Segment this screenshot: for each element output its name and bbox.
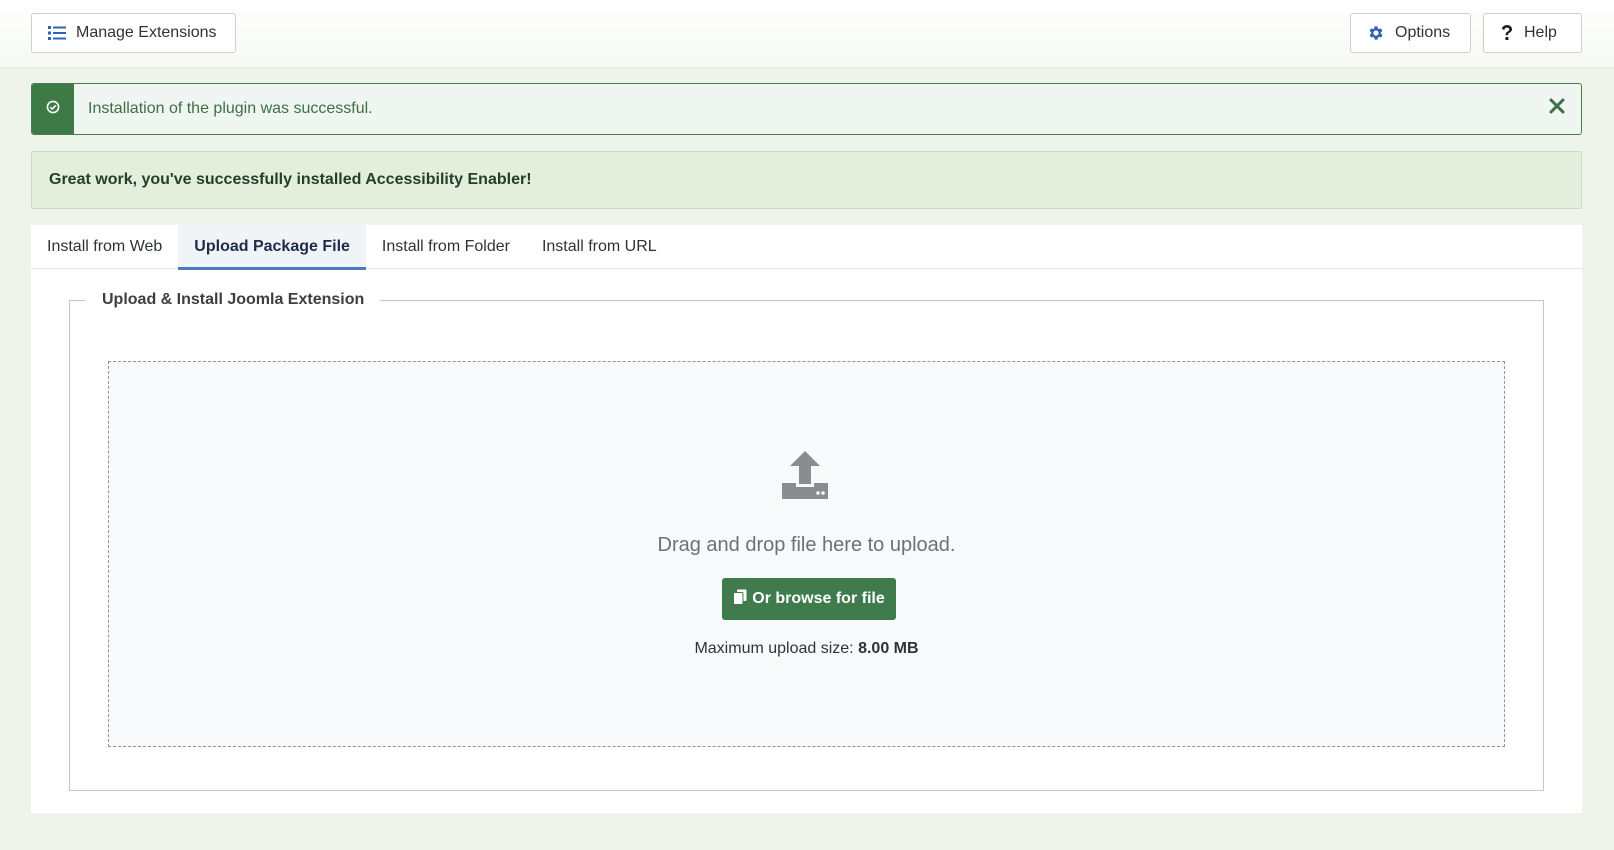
options-label: Options [1395, 24, 1451, 41]
upload-icon [780, 449, 830, 499]
help-label: Help [1524, 24, 1557, 41]
gear-icon [1367, 24, 1385, 42]
help-button[interactable]: Help [1483, 13, 1582, 53]
upload-dropzone[interactable]: Drag and drop file here to upload. Or br… [108, 361, 1505, 747]
options-button[interactable]: Options [1350, 13, 1471, 53]
max-size-label: Maximum upload size: [694, 640, 854, 657]
alert-message: Installation of the plugin was successfu… [88, 100, 373, 117]
close-icon [1549, 98, 1565, 119]
list-icon [48, 25, 66, 41]
drag-drop-text: Drag and drop file here to upload. [657, 534, 956, 556]
alert-icon-box [32, 84, 74, 134]
tab-label: Upload Package File [194, 238, 350, 255]
install-tabs: Install from Web Upload Package File Ins… [31, 225, 1582, 270]
manage-extensions-button[interactable]: Manage Extensions [31, 13, 236, 53]
install-message: Great work, you've successfully installe… [31, 151, 1582, 209]
question-icon [1500, 24, 1514, 42]
check-circle-icon [46, 100, 60, 119]
close-alert-button[interactable] [1547, 98, 1567, 118]
tab-label: Install from URL [541, 238, 657, 255]
tab-install-from-url[interactable]: Install from URL [526, 225, 673, 269]
tab-label: Install from Web [47, 238, 163, 255]
max-upload-size: Maximum upload size: 8.00 MB [109, 640, 1504, 658]
manage-extensions-label: Manage Extensions [76, 24, 217, 41]
tab-label: Install from Folder [381, 238, 510, 255]
tab-install-from-web[interactable]: Install from Web [31, 225, 178, 269]
install-message-text: Great work, you've successfully installe… [49, 171, 532, 188]
copy-icon [733, 589, 747, 610]
max-size-value: 8.00 MB [858, 640, 919, 657]
browse-file-label: Or browse for file [752, 590, 885, 607]
browse-file-button[interactable]: Or browse for file [722, 578, 896, 620]
install-card: Install from Web Upload Package File Ins… [31, 225, 1582, 813]
tab-upload-package-file[interactable]: Upload Package File [178, 225, 366, 270]
success-alert: Installation of the plugin was successfu… [31, 83, 1582, 135]
tab-install-from-folder[interactable]: Install from Folder [366, 225, 526, 269]
upload-legend: Upload & Install Joomla Extension [102, 291, 365, 308]
toolbar: Manage Extensions Options Help [0, 0, 1614, 68]
